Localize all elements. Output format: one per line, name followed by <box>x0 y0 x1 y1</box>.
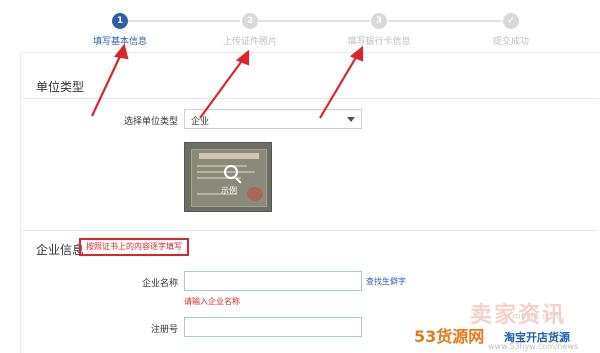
arrow-head-icon <box>113 43 129 60</box>
arrow-head-icon <box>235 49 250 66</box>
annotation-arrow-3 <box>319 53 359 119</box>
annotation-arrow-1 <box>91 51 123 117</box>
annotation-arrow-2 <box>199 57 245 119</box>
watermark-brand: 53货源网 <box>414 327 485 346</box>
watermark-site: maijia.com <box>512 312 562 322</box>
watermark-url: www.53hyw.com/news <box>488 342 579 351</box>
arrow-head-icon <box>349 45 364 62</box>
